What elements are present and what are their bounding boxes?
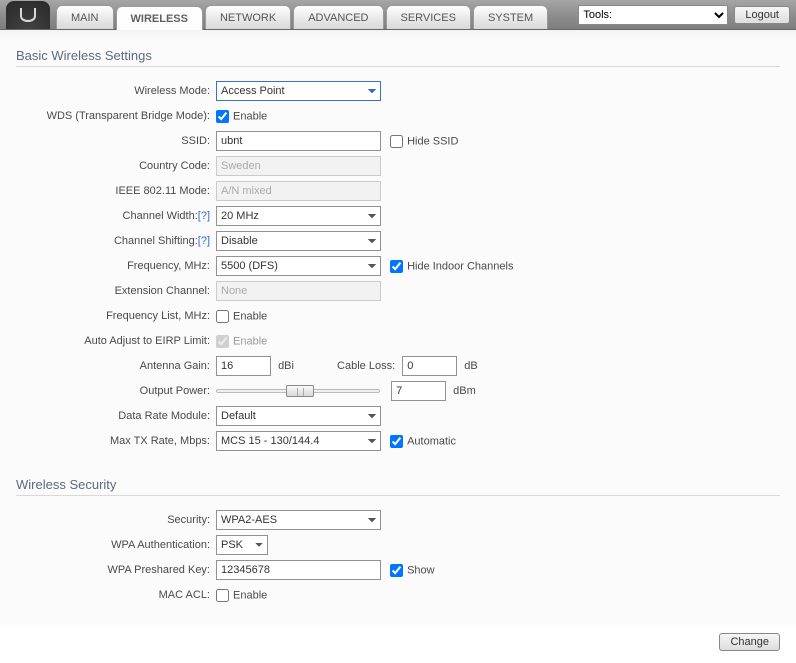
- hide-indoor-text: Hide Indoor Channels: [407, 260, 513, 272]
- tab-advanced[interactable]: ADVANCED: [293, 5, 383, 29]
- tools-dropdown[interactable]: Tools:: [578, 5, 728, 25]
- cable-loss-unit: dB: [464, 360, 477, 372]
- wireless-mode-select[interactable]: Access Point: [216, 81, 381, 101]
- mac-acl-checkbox[interactable]: [216, 589, 229, 602]
- ext-channel-select: None: [216, 281, 381, 301]
- label-chshift: Channel Shifting:[?]: [16, 230, 216, 252]
- ubiquiti-icon: [17, 6, 39, 24]
- chwidth-help-icon[interactable]: [?]: [198, 210, 210, 222]
- channel-shifting-select[interactable]: Disable: [216, 231, 381, 251]
- tab-network[interactable]: NETWORK: [205, 5, 291, 29]
- label-mac-acl: MAC ACL:: [16, 584, 216, 606]
- label-ext-channel: Extension Channel:: [16, 280, 216, 302]
- automatic-checkbox[interactable]: [390, 435, 403, 448]
- wpa-psk-input[interactable]: [216, 560, 381, 580]
- cable-loss-input[interactable]: [402, 356, 457, 376]
- country-select: Sweden: [216, 156, 381, 176]
- label-data-rate: Data Rate Module:: [16, 405, 216, 427]
- label-wpa-psk: WPA Preshared Key:: [16, 559, 216, 581]
- label-ieee: IEEE 802.11 Mode:: [16, 180, 216, 202]
- label-wireless-mode: Wireless Mode:: [16, 80, 216, 102]
- tab-system[interactable]: SYSTEM: [473, 5, 548, 29]
- label-ssid: SSID:: [16, 130, 216, 152]
- show-psk-checkbox[interactable]: [390, 564, 403, 577]
- label-freq-list: Frequency List, MHz:: [16, 305, 216, 327]
- label-country: Country Code:: [16, 155, 216, 177]
- data-rate-select[interactable]: Default: [216, 406, 381, 426]
- security-select[interactable]: WPA2-AES: [216, 510, 381, 530]
- label-chwidth: Channel Width:[?]: [16, 205, 216, 227]
- ieee-mode-select: A/N mixed: [216, 181, 381, 201]
- content-area: Basic Wireless Settings Wireless Mode: A…: [0, 30, 796, 625]
- antenna-gain-input[interactable]: [216, 356, 271, 376]
- eirp-text: Enable: [233, 335, 267, 347]
- logout-button[interactable]: Logout: [734, 6, 790, 24]
- footer: Change: [0, 625, 796, 663]
- hide-ssid-text: Hide SSID: [407, 135, 458, 147]
- label-eirp: Auto Adjust to EIRP Limit:: [16, 330, 216, 352]
- label-output-power: Output Power:: [16, 380, 216, 402]
- tab-main[interactable]: MAIN: [56, 5, 114, 29]
- channel-width-select[interactable]: 20 MHz: [216, 206, 381, 226]
- freq-list-text: Enable: [233, 310, 267, 322]
- wds-enable-text: Enable: [233, 110, 267, 122]
- basic-form: Wireless Mode: Access Point WDS (Transpa…: [16, 77, 513, 455]
- brand-logo: [6, 1, 50, 29]
- output-power-slider[interactable]: [216, 384, 380, 398]
- ssid-input[interactable]: [216, 131, 381, 151]
- section-security-title: Wireless Security: [16, 477, 780, 496]
- hide-ssid-checkbox[interactable]: [390, 135, 403, 148]
- show-psk-text: Show: [407, 564, 435, 576]
- label-frequency: Frequency, MHz:: [16, 255, 216, 277]
- label-security: Security:: [16, 509, 216, 531]
- automatic-text: Automatic: [407, 435, 456, 447]
- hide-indoor-checkbox[interactable]: [390, 260, 403, 273]
- max-tx-select[interactable]: MCS 15 - 130/144.4: [216, 431, 381, 451]
- tab-services[interactable]: SERVICES: [386, 5, 471, 29]
- label-wpa-auth: WPA Authentication:: [16, 534, 216, 556]
- label-wds: WDS (Transparent Bridge Mode):: [16, 105, 216, 127]
- main-tabs: MAIN WIRELESS NETWORK ADVANCED SERVICES …: [56, 5, 550, 29]
- output-power-input[interactable]: [391, 381, 446, 401]
- wpa-auth-select[interactable]: PSK: [216, 535, 268, 555]
- label-cable-loss: Cable Loss:: [337, 360, 395, 372]
- security-form: Security: WPA2-AES WPA Authentication: P…: [16, 506, 435, 609]
- antenna-gain-unit: dBi: [278, 360, 294, 372]
- label-max-tx: Max TX Rate, Mbps:: [16, 430, 216, 452]
- tab-wireless[interactable]: WIRELESS: [116, 6, 203, 30]
- frequency-select[interactable]: 5500 (DFS): [216, 256, 381, 276]
- output-power-unit: dBm: [453, 385, 476, 397]
- label-antenna-gain: Antenna Gain:: [16, 355, 216, 377]
- chshift-help-icon[interactable]: [?]: [198, 235, 210, 247]
- top-tools: Tools: Logout: [572, 5, 796, 29]
- eirp-checkbox: [216, 335, 229, 348]
- change-button[interactable]: Change: [719, 633, 780, 651]
- freq-list-checkbox[interactable]: [216, 310, 229, 323]
- wds-enable-checkbox[interactable]: [216, 110, 229, 123]
- mac-acl-text: Enable: [233, 589, 267, 601]
- top-bar: MAIN WIRELESS NETWORK ADVANCED SERVICES …: [0, 0, 796, 30]
- section-basic-title: Basic Wireless Settings: [16, 48, 780, 67]
